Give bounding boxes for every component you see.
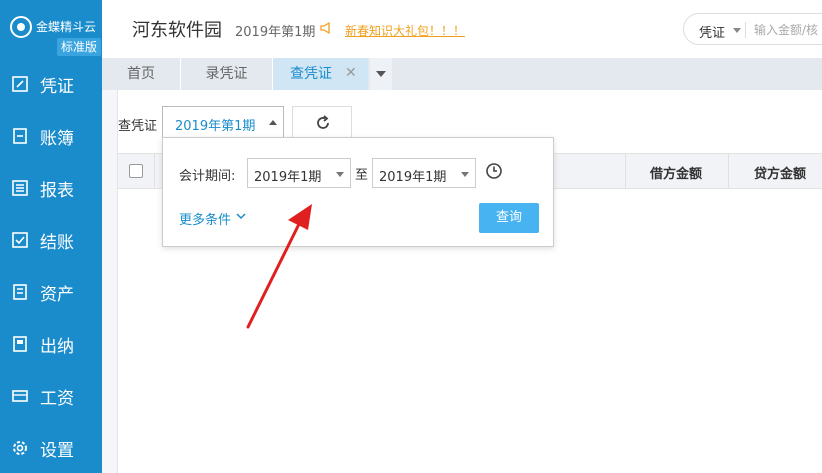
tab-enter-voucher[interactable]: 录凭证: [181, 58, 272, 90]
search-type-select[interactable]: 凭证: [699, 22, 725, 41]
report-icon: [12, 180, 28, 196]
sidebar-item-label: 结账: [40, 232, 74, 253]
sidebar-item-salary[interactable]: 工资: [0, 376, 102, 416]
gear-icon: [13, 441, 27, 455]
edition-badge: 标准版: [57, 38, 101, 56]
sidebar-item-cashier[interactable]: 出纳: [0, 324, 102, 364]
voucher-icon: [12, 76, 28, 92]
divider: [154, 154, 155, 188]
range-to-label: 至: [355, 168, 369, 183]
tab-label: 查凭证: [290, 66, 332, 82]
clock-icon[interactable]: [484, 161, 504, 181]
chevron-down-icon: [461, 172, 469, 177]
chevron-down-icon: [733, 28, 741, 33]
current-period: 2019年第1期: [235, 25, 316, 40]
logo-icon: [10, 16, 32, 38]
sidebar-item-label: 工资: [40, 388, 74, 409]
refresh-button[interactable]: [292, 106, 352, 138]
chevron-down-icon: [336, 172, 344, 177]
sidebar-item-label: 出纳: [40, 336, 74, 357]
sidebar-item-label: 资产: [40, 284, 74, 305]
period-to-value: 2019年1期: [379, 170, 447, 185]
sidebar-item-label: 设置: [40, 440, 74, 461]
sidebar-item-settings[interactable]: 设置: [0, 428, 102, 468]
divider: [745, 22, 746, 38]
tab-bar: 首页 录凭证 查凭证 ✕: [102, 58, 822, 90]
refresh-icon: [317, 115, 329, 129]
more-conditions-link[interactable]: 更多条件: [179, 209, 231, 228]
period-from-select[interactable]: 2019年1期: [247, 158, 351, 188]
filter-label: 查凭证: [118, 119, 158, 134]
company-name[interactable]: 河东软件园: [132, 16, 222, 42]
sidebar-item-voucher[interactable]: 凭证: [0, 64, 102, 104]
sidebar: 金蝶精斗云 标准版 凭证 账簿 报表 结账 资产 出纳 工资 设置: [0, 0, 102, 473]
period-filter-popup: 会计期间: 2019年1期 至 2019年1期 更多条件 查询: [162, 137, 554, 247]
close-icon[interactable]: ✕: [345, 66, 359, 80]
column-debit[interactable]: 借方金额: [650, 163, 702, 182]
megaphone-icon: [320, 21, 330, 35]
checkout-icon: [12, 232, 28, 248]
search-input[interactable]: [754, 20, 822, 40]
period-filter-value: 2019年第1期: [175, 119, 256, 134]
asset-icon: [13, 284, 27, 300]
query-button[interactable]: 查询: [479, 203, 539, 233]
sidebar-item-label: 凭证: [40, 76, 74, 97]
divider: [625, 154, 626, 188]
sidebar-item-report[interactable]: 报表: [0, 168, 102, 208]
search-box: 凭证: [683, 13, 822, 45]
cashier-icon: [13, 336, 27, 352]
chevron-up-icon: [269, 120, 277, 125]
chevron-down-icon: [376, 71, 386, 77]
sidebar-item-label: 报表: [40, 180, 74, 201]
tab-more-button[interactable]: [370, 58, 392, 90]
salary-icon: [12, 390, 28, 402]
content-gutter: [102, 90, 118, 473]
column-credit[interactable]: 贷方金额: [754, 163, 806, 182]
app-logo[interactable]: 金蝶精斗云 标准版: [0, 0, 102, 58]
divider: [728, 154, 729, 188]
sidebar-item-checkout[interactable]: 结账: [0, 220, 102, 260]
annotation-arrow: [246, 204, 312, 329]
tab-home[interactable]: 首页: [102, 58, 180, 90]
period-filter-select[interactable]: 2019年第1期: [162, 106, 284, 138]
period-from-value: 2019年1期: [254, 170, 322, 185]
accounting-period-label: 会计期间:: [179, 169, 236, 184]
select-all-checkbox[interactable]: [129, 164, 143, 178]
sidebar-item-ledger[interactable]: 账簿: [0, 116, 102, 156]
promo-link[interactable]: 新春知识大礼包！！！: [345, 22, 465, 39]
ledger-icon: [13, 128, 27, 144]
top-header: 河东软件园 2019年第1期 新春知识大礼包！！！ 凭证: [102, 0, 822, 58]
period-to-select[interactable]: 2019年1期: [372, 158, 476, 188]
sidebar-item-label: 账簿: [40, 128, 74, 149]
app-name: 金蝶精斗云: [36, 20, 97, 34]
sidebar-item-asset[interactable]: 资产: [0, 272, 102, 312]
